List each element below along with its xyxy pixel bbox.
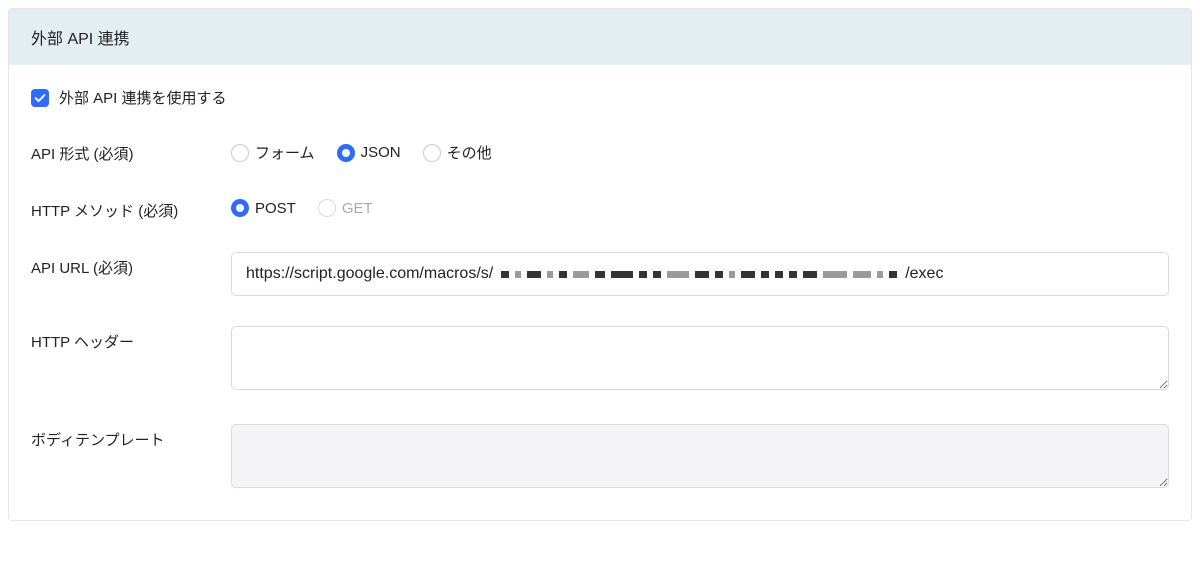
http-header-control <box>231 326 1169 394</box>
body-template-textarea[interactable] <box>231 424 1169 488</box>
radio-label: GET <box>342 200 373 217</box>
enable-checkbox[interactable] <box>31 89 49 107</box>
api-format-radio-form[interactable]: フォーム <box>231 142 315 163</box>
api-url-control: https://script.google.com/macros/s/ <box>231 252 1169 296</box>
http-header-label: HTTP ヘッダー <box>31 326 231 353</box>
radio-icon <box>231 199 249 217</box>
redacted-text <box>495 271 903 278</box>
check-icon <box>33 91 47 105</box>
api-url-prefix: https://script.google.com/macros/s/ <box>246 265 493 283</box>
enable-label: 外部 API 連携を使用する <box>59 87 227 108</box>
panel-title: 外部 API 連携 <box>9 9 1191 65</box>
radio-label: フォーム <box>255 142 315 163</box>
api-format-label: API 形式 (必須) <box>31 138 231 165</box>
api-url-suffix: /exec <box>905 265 943 283</box>
radio-label: POST <box>255 200 296 217</box>
api-url-input[interactable]: https://script.google.com/macros/s/ <box>231 252 1169 296</box>
http-method-label: HTTP メソッド (必須) <box>31 195 231 222</box>
enable-row: 外部 API 連携を使用する <box>31 87 1169 108</box>
radio-label: その他 <box>447 142 492 163</box>
http-method-radio-get[interactable]: GET <box>318 199 373 217</box>
api-format-radio-json[interactable]: JSON <box>337 144 401 162</box>
radio-icon <box>318 199 336 217</box>
panel-body: 外部 API 連携を使用する API 形式 (必須) フォーム JSON その他 <box>9 65 1191 520</box>
body-template-label: ボディテンプレート <box>31 424 231 451</box>
radio-icon <box>423 144 441 162</box>
radio-icon <box>231 144 249 162</box>
http-method-radio-group: POST GET <box>231 195 1169 217</box>
api-format-radio-other[interactable]: その他 <box>423 142 492 163</box>
api-format-row: API 形式 (必須) フォーム JSON その他 <box>31 138 1169 165</box>
http-method-row: HTTP メソッド (必須) POST GET <box>31 195 1169 222</box>
external-api-panel: 外部 API 連携 外部 API 連携を使用する API 形式 (必須) フォー… <box>8 8 1192 521</box>
body-template-row: ボディテンプレート <box>31 424 1169 492</box>
http-header-textarea[interactable] <box>231 326 1169 390</box>
api-format-radio-group: フォーム JSON その他 <box>231 138 1169 163</box>
api-url-row: API URL (必須) https://script.google.com/m… <box>31 252 1169 296</box>
http-header-row: HTTP ヘッダー <box>31 326 1169 394</box>
http-method-radio-post[interactable]: POST <box>231 199 296 217</box>
radio-icon <box>337 144 355 162</box>
api-url-label: API URL (必須) <box>31 252 231 279</box>
radio-label: JSON <box>361 144 401 161</box>
body-template-control <box>231 424 1169 492</box>
